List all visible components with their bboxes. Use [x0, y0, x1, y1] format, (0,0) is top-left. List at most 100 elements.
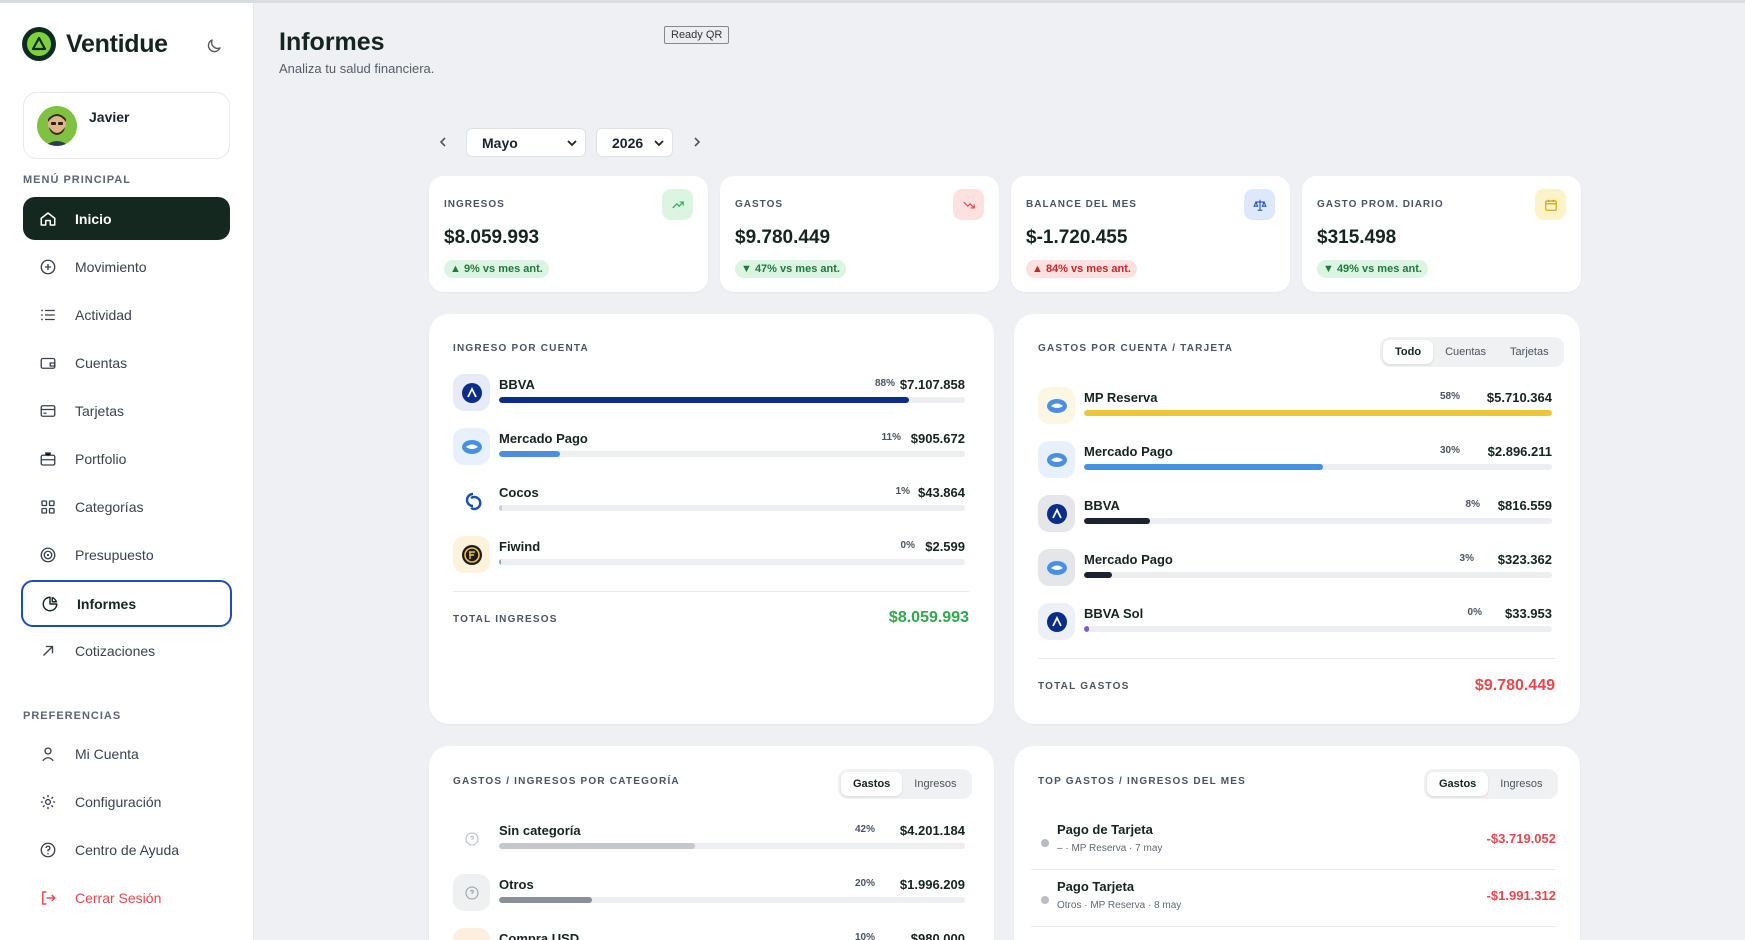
panel-title: GASTOS / INGRESOS POR CATEGORÍA — [453, 776, 680, 787]
list-item[interactable]: BBVA 88% $7.107.858 — [453, 374, 965, 414]
sidebar: Ventidue Javier MENÚ PRINCIPAL Inicio Mo… — [0, 3, 254, 940]
top-movement-row[interactable]: Pago de Tarjeta – · MP Reserva · 7 may -… — [1031, 813, 1556, 869]
briefcase-icon — [38, 449, 58, 469]
list-item[interactable]: Sin categoría 42% $4.201.184 — [453, 820, 965, 860]
list-item[interactable]: Fiwind 0% $2.599 — [453, 536, 965, 576]
top-filter-tabs: Gastos Ingresos — [1424, 769, 1558, 799]
sidebar-item-presupuesto[interactable]: Presupuesto — [23, 533, 230, 576]
mercado-pago-logo-icon — [1038, 387, 1075, 424]
dollar-icon — [453, 928, 490, 940]
kpi-card-balance: BALANCE DEL MES $-1.720.455 ▲ 84% vs mes… — [1011, 176, 1290, 292]
list-item[interactable]: Mercado Pago 30% $2.896.211 — [1038, 441, 1552, 481]
target-icon — [38, 545, 58, 565]
row-name: BBVA — [499, 377, 535, 392]
sidebar-item-label: Cerrar Sesión — [75, 889, 162, 906]
row-amount: $2.599 — [925, 539, 965, 554]
sidebar-item-informes[interactable]: Informes — [21, 580, 232, 627]
list-item[interactable]: BBVA Sol 0% $33.953 — [1038, 603, 1552, 643]
row-name: Sin categoría — [499, 823, 581, 838]
mercado-pago-logo-icon — [1038, 441, 1075, 478]
tab-tarjetas[interactable]: Tarjetas — [1498, 340, 1561, 364]
moon-icon[interactable] — [202, 34, 226, 58]
row-percent: 10% — [854, 932, 875, 940]
sidebar-item-actividad[interactable]: Actividad — [23, 293, 230, 336]
row-name: BBVA — [1084, 498, 1120, 513]
sidebar-item-configuracion[interactable]: Configuración — [23, 780, 230, 823]
list-item[interactable]: Otros 20% $1.996.209 — [453, 874, 965, 914]
progress-track — [1084, 572, 1552, 578]
divider — [1038, 658, 1556, 659]
kpi-label: GASTOS — [735, 199, 784, 210]
bullet-dot — [1041, 896, 1049, 904]
prev-month-button[interactable] — [433, 132, 453, 152]
ready-qr-badge[interactable]: Ready QR — [664, 26, 730, 44]
progress-fill — [1084, 518, 1150, 524]
row-percent: 88% — [874, 378, 895, 389]
progress-fill — [499, 559, 502, 565]
list-item[interactable]: BBVA 8% $816.559 — [1038, 495, 1552, 535]
tab-gastos[interactable]: Gastos — [1427, 772, 1489, 796]
row-amount: $905.672 — [910, 431, 965, 446]
row-percent: 0% — [1467, 607, 1482, 618]
sidebar-item-centro-ayuda[interactable]: Centro de Ayuda — [23, 828, 230, 871]
kpi-label: GASTO PROM. DIARIO — [1317, 199, 1444, 210]
tab-ingresos[interactable]: Ingresos — [1488, 772, 1554, 796]
progress-fill — [1084, 410, 1552, 416]
tab-ingresos[interactable]: Ingresos — [902, 772, 968, 796]
gear-icon — [38, 792, 58, 812]
row-name: MP Reserva — [1084, 390, 1158, 405]
row-percent: 42% — [854, 824, 875, 835]
logout-icon — [38, 888, 58, 908]
list-item[interactable]: Compra USD 10% $980.000 — [453, 928, 965, 940]
row-amount: $4.201.184 — [899, 823, 965, 838]
row-amount: $980.000 — [910, 931, 965, 940]
row-percent: 11% — [881, 432, 901, 443]
row-amount: $33.953 — [1505, 606, 1552, 621]
row-percent: 3% — [1459, 553, 1474, 564]
next-month-button[interactable] — [687, 132, 707, 152]
tab-todo[interactable]: Todo — [1383, 340, 1434, 364]
kpi-change-badge: ▼ 49% vs mes ant. — [1317, 260, 1428, 278]
sidebar-item-inicio[interactable]: Inicio — [23, 197, 230, 240]
sidebar-item-tarjetas[interactable]: Tarjetas — [23, 389, 230, 432]
month-select[interactable]: Mayo — [466, 128, 586, 157]
year-select[interactable]: 2026 — [596, 128, 673, 157]
list-item[interactable]: Mercado Pago 3% $323.362 — [1038, 549, 1552, 589]
panel-title: TOP GASTOS / INGRESOS DEL MES — [1038, 776, 1246, 787]
kpi-card-gastos: GASTOS $9.780.449 ▼ 47% vs mes ant. — [720, 176, 999, 292]
row-amount: $5.710.364 — [1486, 390, 1552, 405]
list-item[interactable]: Cocos 1% $43.864 — [453, 482, 965, 522]
movement-amount: -$1.991.312 — [1486, 888, 1556, 903]
row-name: Mercado Pago — [1084, 552, 1173, 567]
sidebar-item-label: Inicio — [75, 210, 112, 227]
pie-chart-icon — [40, 594, 60, 614]
total-income-label: TOTAL INGRESOS — [453, 614, 558, 625]
sidebar-item-cotizaciones[interactable]: Cotizaciones — [23, 629, 230, 672]
sidebar-item-label: Informes — [77, 595, 137, 612]
sidebar-item-mi-cuenta[interactable]: Mi Cuenta — [23, 732, 230, 775]
credit-card-icon — [38, 401, 58, 421]
progress-track — [1084, 464, 1552, 470]
year-select-value: 2026 — [612, 134, 644, 151]
scale-icon — [1244, 189, 1275, 220]
row-amount: $1.996.209 — [899, 877, 965, 892]
tab-gastos[interactable]: Gastos — [841, 772, 903, 796]
brand-logo-icon — [22, 27, 56, 61]
preferences-label: PREFERENCIAS — [23, 710, 122, 722]
row-name: BBVA Sol — [1084, 606, 1144, 621]
brand[interactable]: Ventidue — [22, 27, 168, 61]
list-item[interactable]: MP Reserva 58% $5.710.364 — [1038, 387, 1552, 427]
tab-cuentas[interactable]: Cuentas — [1433, 340, 1498, 364]
list-item[interactable]: Mercado Pago 11% $905.672 — [453, 428, 965, 468]
sidebar-item-label: Portfolio — [75, 450, 127, 467]
top-movement-row[interactable]: Pago Tarjeta Otros · MP Reserva · 8 may … — [1031, 870, 1556, 926]
user-card[interactable]: Javier — [23, 92, 230, 159]
sidebar-item-portfolio[interactable]: Portfolio — [23, 437, 230, 480]
row-percent: 30% — [1439, 445, 1460, 456]
sidebar-item-label: Actividad — [75, 306, 132, 323]
sidebar-item-categorias[interactable]: Categorías — [23, 485, 230, 528]
sidebar-item-cerrar-sesion[interactable]: Cerrar Sesión — [23, 876, 230, 919]
sidebar-item-movimiento[interactable]: Movimiento — [23, 245, 230, 288]
progress-track — [1084, 410, 1552, 416]
sidebar-item-cuentas[interactable]: Cuentas — [23, 341, 230, 384]
